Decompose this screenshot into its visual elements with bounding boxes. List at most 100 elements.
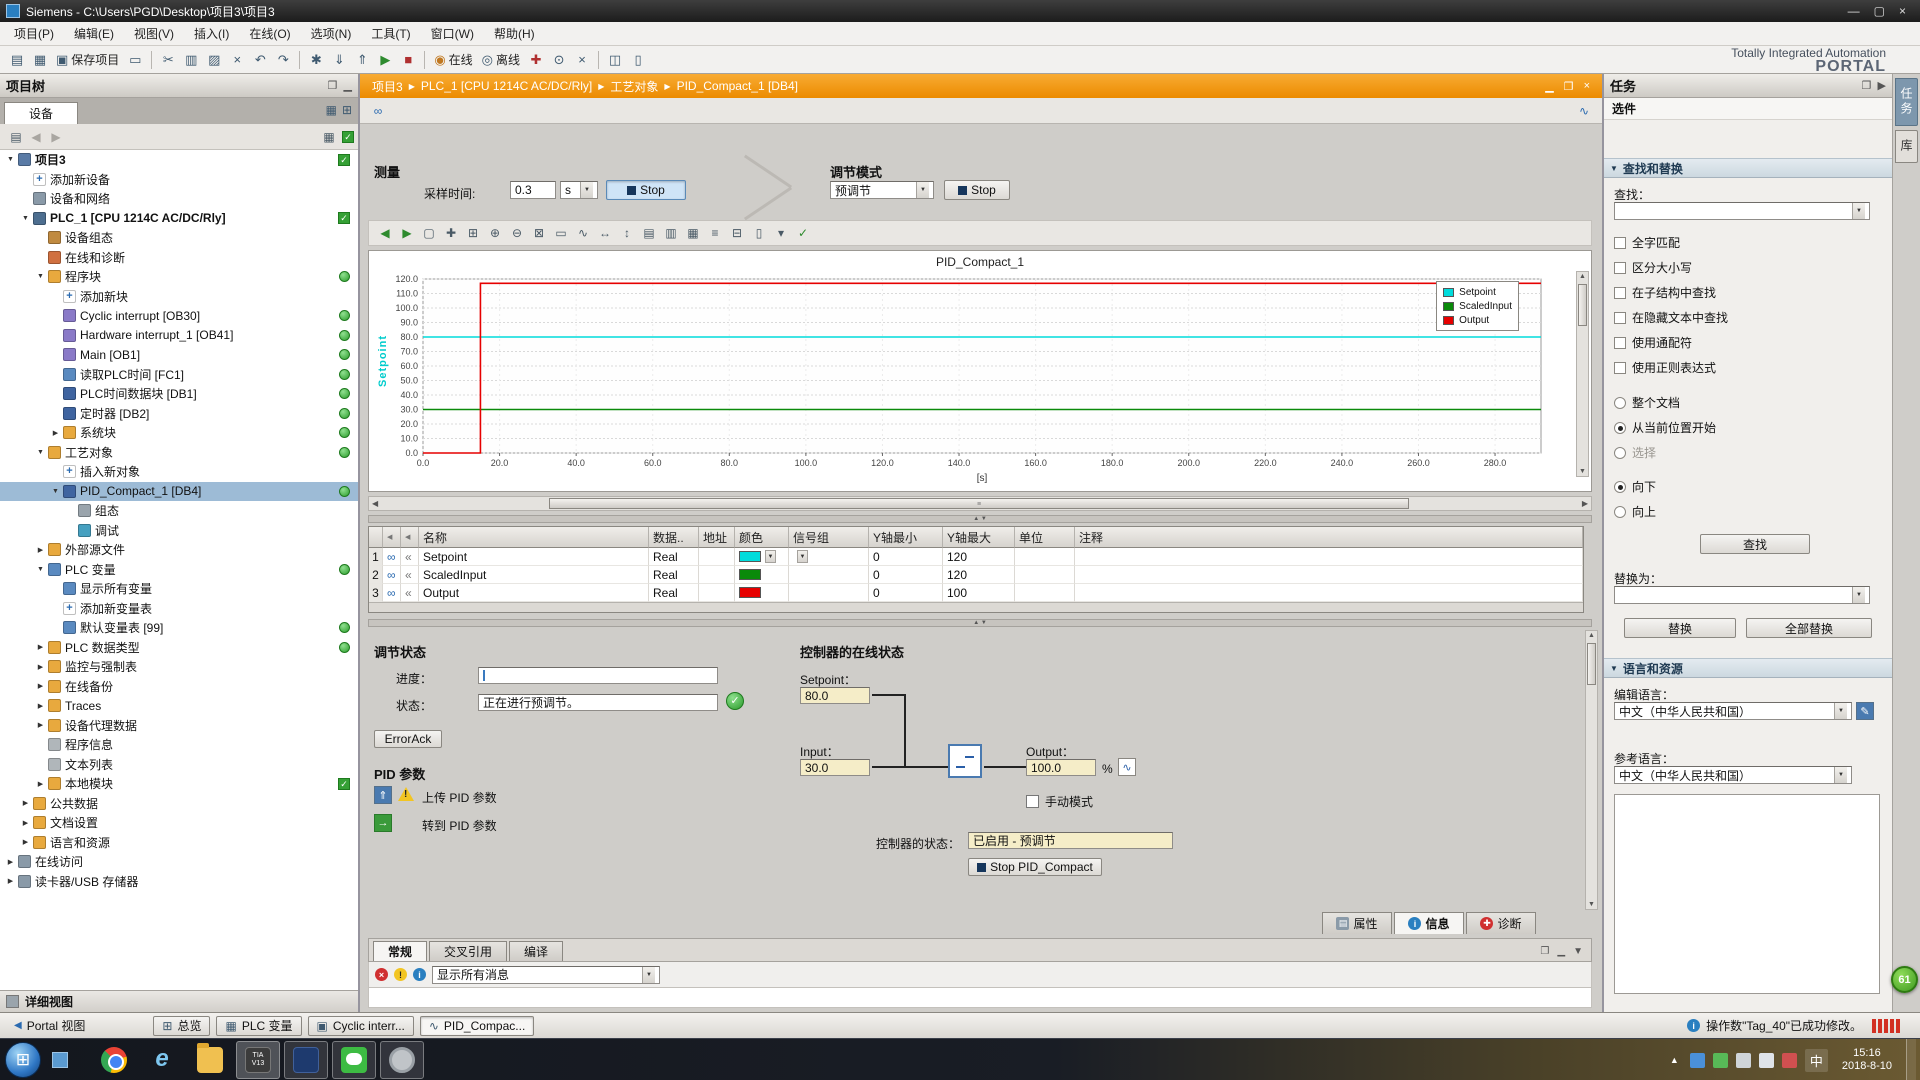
expander-icon[interactable]: ▶ — [19, 799, 32, 807]
inspector-tab-1[interactable]: i信息 — [1394, 912, 1464, 934]
paste-icon[interactable]: ▨ — [203, 49, 225, 71]
zoom-select-icon[interactable]: ⊞ — [463, 223, 483, 243]
portal-task-cyclic[interactable]: ▣Cyclic interr... — [308, 1016, 414, 1036]
warnings-filter-icon[interactable]: ! — [394, 968, 407, 981]
expander-icon[interactable]: ▶ — [34, 780, 47, 788]
tree-item-26[interactable]: ▶监控与强制表 — [0, 657, 358, 677]
start-cpu-icon[interactable]: ▶ — [374, 49, 396, 71]
checkbox-icon[interactable] — [1614, 337, 1626, 349]
tree-item-19[interactable]: 调试 — [0, 521, 358, 541]
find-option-5[interactable]: 使用正则表达式 — [1614, 355, 1728, 380]
tree-item-5[interactable]: 在线和诊断 — [0, 248, 358, 268]
radio-icon[interactable] — [1614, 447, 1626, 459]
replace-button[interactable]: 替换 — [1624, 618, 1736, 638]
manual-mode-checkbox[interactable] — [1026, 795, 1039, 808]
breadcrumb-item-0[interactable]: 项目3 — [368, 78, 407, 95]
direction-option-0[interactable]: 向下 — [1614, 474, 1656, 499]
console-minimize-icon[interactable]: ▁ — [1557, 946, 1565, 957]
split-horizontal-icon[interactable]: ◫ — [604, 49, 626, 71]
scope-option-1[interactable]: 从当前位置开始 — [1614, 415, 1716, 440]
ie-icon[interactable]: e — [140, 1041, 184, 1079]
save-project-button[interactable]: ▣保存项目 — [52, 49, 123, 71]
splitter-handle[interactable]: ▲ ▼ — [368, 619, 1592, 627]
tray-flag-icon[interactable] — [1782, 1053, 1797, 1068]
error-ack-button[interactable]: ErrorAck — [374, 730, 442, 748]
expander-icon[interactable]: ▼ — [34, 566, 47, 573]
tree-item-28[interactable]: ▶Traces — [0, 696, 358, 716]
column-header[interactable]: 颜色 — [735, 527, 789, 548]
search-icon[interactable]: ⊙ — [548, 49, 570, 71]
language-settings-icon[interactable]: ✎ — [1856, 702, 1874, 720]
column-header[interactable]: 地址 — [699, 527, 735, 548]
find-option-0[interactable]: 全字匹配 — [1614, 230, 1728, 255]
expander-icon[interactable]: ▼ — [34, 449, 47, 456]
tray-blue-icon[interactable] — [1690, 1053, 1705, 1068]
cell[interactable] — [1075, 548, 1583, 566]
radio-icon[interactable] — [1614, 506, 1626, 518]
form-vertical-scrollbar[interactable] — [1585, 630, 1598, 910]
app-icon-navy[interactable] — [284, 1041, 328, 1079]
zoom-fit-icon[interactable]: ⊠ — [529, 223, 549, 243]
cursor-h-icon[interactable]: ↔ — [595, 223, 615, 243]
snapshot-icon[interactable]: ∿ — [1574, 101, 1594, 121]
sampling-unit-select[interactable]: s — [560, 181, 598, 199]
sampling-unit-arrow-icon[interactable] — [580, 182, 593, 198]
panes-icon[interactable]: ▯ — [749, 223, 769, 243]
expander-icon[interactable]: ▼ — [4, 156, 17, 163]
wechat-icon[interactable] — [332, 1041, 376, 1079]
quick-launch-icon[interactable] — [52, 1052, 68, 1068]
tuning-mode-arrow-icon[interactable] — [916, 182, 929, 198]
cell[interactable]: 120 — [943, 548, 1015, 566]
portal-task-plc-tags[interactable]: ▦PLC 变量 — [216, 1016, 301, 1036]
color-swatch[interactable] — [739, 551, 761, 562]
tree-item-14[interactable]: ▶系统块 — [0, 423, 358, 443]
cell[interactable]: Real — [649, 548, 699, 566]
scrollbar-thumb[interactable]: ≡ — [549, 498, 1409, 509]
side-tab-0[interactable]: 任务 — [1895, 78, 1918, 126]
panel-float-icon[interactable]: ❐ — [328, 79, 338, 92]
menu-item-5[interactable]: 选项(N) — [301, 22, 362, 45]
tree-new-icon[interactable]: ▤ — [6, 127, 26, 147]
chrome-icon[interactable] — [92, 1041, 136, 1079]
print-icon[interactable]: ▭ — [124, 49, 146, 71]
tree-item-35[interactable]: ▶语言和资源 — [0, 833, 358, 853]
find-history-arrow-icon[interactable] — [1852, 203, 1865, 219]
delete-icon[interactable]: × — [226, 49, 248, 71]
languages-section-header[interactable]: ▼语言和资源 — [1604, 658, 1892, 678]
replace-history-arrow-icon[interactable] — [1852, 587, 1865, 603]
tree-item-1[interactable]: +添加新设备 — [0, 170, 358, 190]
expander-icon[interactable]: ▶ — [34, 682, 47, 690]
show-desktop-button[interactable] — [1906, 1039, 1916, 1080]
expander-icon[interactable]: ▶ — [49, 429, 62, 437]
cell[interactable]: 120 — [943, 566, 1015, 584]
checkbox-icon[interactable] — [1614, 237, 1626, 249]
cell[interactable] — [735, 584, 789, 602]
message-filter-arrow-icon[interactable] — [642, 967, 655, 983]
splitter-handle[interactable]: ▲ ▼ — [368, 515, 1592, 523]
radio-icon[interactable] — [1614, 422, 1626, 434]
select-icon[interactable]: ▢ — [419, 223, 439, 243]
window-minimize-icon[interactable]: — — [1848, 4, 1860, 18]
apply-icon[interactable]: ✓ — [793, 223, 813, 243]
cell[interactable] — [735, 566, 789, 584]
layout-rows-icon[interactable]: ▤ — [639, 223, 659, 243]
undo-icon[interactable]: ↶ — [249, 49, 271, 71]
tree-item-3[interactable]: ▼PLC_1 [CPU 1214C AC/DC/Rly]✓ — [0, 209, 358, 229]
radio-icon[interactable] — [1614, 481, 1626, 493]
tree-item-6[interactable]: ▼程序块 — [0, 267, 358, 287]
download-icon[interactable]: ⇓ — [328, 49, 350, 71]
find-option-4[interactable]: 使用通配符 — [1614, 330, 1728, 355]
group-dropdown-icon[interactable]: ▼ — [797, 550, 808, 563]
explorer-folder-icon[interactable] — [188, 1041, 232, 1079]
inspector-tab-2[interactable]: ✚诊断 — [1466, 912, 1536, 934]
breadcrumb-item-1[interactable]: PLC_1 [CPU 1214C AC/DC/Rly] — [417, 79, 596, 93]
tree-item-31[interactable]: 文本列表 — [0, 755, 358, 775]
console-tab-1[interactable]: 交叉引用 — [429, 941, 507, 961]
menu-item-8[interactable]: 帮助(H) — [484, 22, 545, 45]
find-option-1[interactable]: 区分大小写 — [1614, 255, 1728, 280]
expander-icon[interactable]: ▶ — [34, 546, 47, 554]
go-online-button[interactable]: ◉在线 — [430, 49, 476, 71]
layout-grid-icon[interactable]: ▦ — [683, 223, 703, 243]
manual-mode-option[interactable]: 手动模式 — [1026, 793, 1093, 810]
expander-icon[interactable]: ▶ — [4, 877, 17, 885]
